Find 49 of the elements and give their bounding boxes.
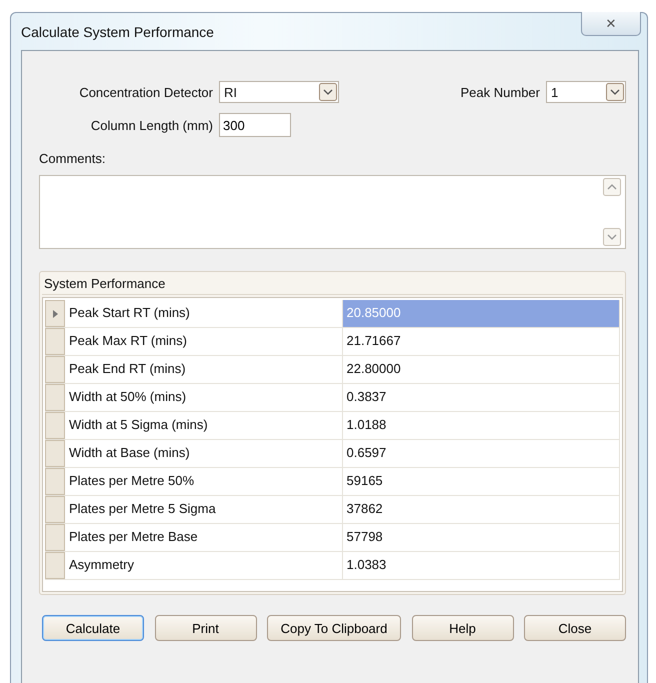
window-title: Calculate System Performance [21,24,214,40]
current-row-icon [52,310,58,318]
row-header[interactable] [45,552,65,579]
detector-label: Concentration Detector [78,84,213,100]
row-header[interactable] [45,384,65,411]
row-header[interactable] [45,412,65,439]
dialog-button[interactable]: Copy To Clipboard [267,615,401,641]
scroll-up-icon[interactable] [603,178,621,196]
row-header[interactable] [45,328,65,355]
comments-field[interactable] [39,175,626,249]
peak-number-value: 1 [551,84,558,100]
row-header[interactable] [45,300,65,327]
table-cell[interactable]: 21.71667 [342,328,620,355]
table-cell[interactable]: 0.3837 [342,384,620,411]
table-cell[interactable]: 0.6597 [342,440,620,467]
table-cell[interactable]: 59165 [342,468,620,495]
detector-value: RI [224,84,237,100]
table-cell: Plates per Metre 5 Sigma [65,496,342,523]
row-header[interactable] [45,524,65,551]
comments-label: Comments: [39,151,106,166]
table-cell[interactable]: 22.80000 [342,356,620,383]
row-header[interactable] [45,356,65,383]
row-header[interactable] [45,496,65,523]
dialog-button[interactable]: Help [412,615,514,641]
scroll-down-icon[interactable] [603,228,621,246]
peak-number-dropdown[interactable]: 1 [546,81,626,103]
dialog-button[interactable]: Close [524,615,626,641]
table-cell: Plates per Metre 50% [65,468,342,495]
row-header[interactable] [45,468,65,495]
table-cell: Asymmetry [65,552,342,579]
table-cell: Width at 5 Sigma (mins) [65,412,342,439]
table-cell: Plates per Metre Base [65,524,342,551]
close-button[interactable]: ✕ [581,12,641,36]
table-cell[interactable]: 1.0188 [342,412,620,439]
table-cell[interactable]: 1.0383 [342,552,620,579]
table-cell: Width at Base (mins) [65,440,342,467]
table-cell[interactable]: 37862 [342,496,620,523]
row-header[interactable] [45,440,65,467]
group-title: System Performance [42,272,623,295]
column-length-label: Column Length (mm) [90,118,213,132]
dialog-button[interactable]: Calculate [42,615,144,641]
peak-number-label: Peak Number [460,84,540,100]
column-length-field[interactable]: 300 [219,113,291,137]
detector-dropdown[interactable]: RI [219,81,339,103]
table-cell: Width at 50% (mins) [65,384,342,411]
table-cell[interactable]: 57798 [342,524,620,551]
dialog-button[interactable]: Print [154,615,256,641]
table-cell: Peak End RT (mins) [65,356,342,383]
table-cell: Peak Max RT (mins) [65,328,342,355]
